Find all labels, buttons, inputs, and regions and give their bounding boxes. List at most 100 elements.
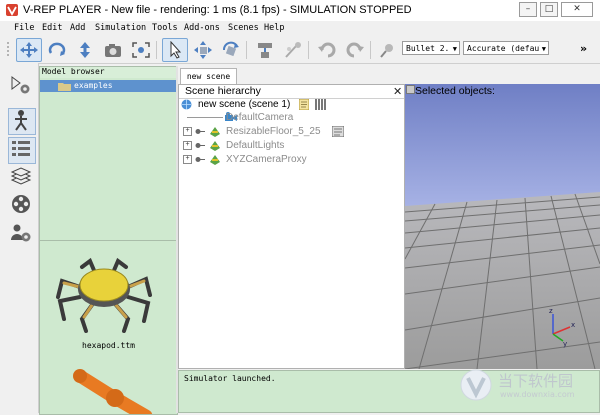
main-toolbar: Bullet 2. ▼ Accurate (defaul ▼ » [0,37,600,64]
pan-arrows-icon [20,42,38,58]
play-gear-icon [11,76,30,94]
menu-edit[interactable]: Edit [42,23,62,33]
title-bar: V-REP PLAYER - New file - rendering: 1 m… [0,0,600,22]
robot-arm-image [73,369,153,414]
model-browser-toggle[interactable] [8,137,36,164]
window-title: V-REP PLAYER - New file - rendering: 1 m… [23,4,412,16]
child-script-icon[interactable] [332,126,344,137]
hexapod-caption: hexapod.ttm [82,341,135,350]
vrep-logo-icon [6,4,18,16]
object-shift-button[interactable] [190,38,216,62]
user-gear-icon [11,224,31,242]
menu-file[interactable]: File [14,23,34,33]
menu-tools[interactable]: Tools [152,23,178,33]
scene-hierarchy-panel: Scene hierarchy ✕ new scene (scene 1) De… [178,84,405,369]
physics-engine-value: Bullet 2. [406,44,450,53]
floor-grid: z x y [405,192,600,369]
camera-rotate-button[interactable] [44,38,70,62]
dynamics-accuracy-select[interactable]: Accurate (defaul ▼ [463,41,549,55]
expand-toggle[interactable]: + [183,127,192,136]
expand-toggle[interactable]: + [183,141,192,150]
camera-pan-button[interactable] [16,38,42,62]
film-reel-icon [12,195,30,213]
script-list-icon[interactable] [315,99,327,110]
tree-item-default-camera[interactable]: DefaultCamera [181,111,403,124]
tree-item-label: ResizableFloor_5_25 [226,126,321,137]
globe-icon [181,99,192,110]
click-selection-button[interactable] [162,38,188,62]
svg-text:x: x [571,321,575,329]
maximize-button[interactable]: □ [540,2,558,17]
downxia-logo-icon [460,369,492,401]
scene-3d-view[interactable]: Selected objects: z x y [405,84,600,369]
hexapod-robot-image [56,257,152,333]
tree-item-resizable-floor[interactable]: + ResizableFloor_5_25 [181,125,403,138]
tab-new-scene[interactable]: new scene [180,68,237,85]
model-folder-examples[interactable]: examples [40,80,177,92]
move-object-icon [194,41,212,59]
visibility-dot-icon [195,143,205,148]
watermark-brand: 当下软件园 [498,372,574,390]
simulation-settings-button[interactable] [8,73,36,100]
tree-item-label: DefaultCamera [226,112,294,123]
menu-add[interactable]: Add [70,23,85,33]
model-folder-label: examples [74,81,113,90]
svg-text:y: y [563,340,567,348]
tree-item-label: DefaultLights [226,140,285,151]
hierarchy-figure-icon [15,110,27,131]
pointer-icon [170,41,182,59]
left-toolbar [0,63,39,413]
user-settings-button[interactable] [8,221,36,248]
minimize-button[interactable]: – [519,2,537,17]
tree-connector [187,117,223,118]
tree-item-xyz-camera-proxy[interactable]: + XYZCameraProxy [181,153,403,166]
dynamics-toggle-button[interactable] [375,38,401,62]
fit-to-view-button[interactable] [128,38,154,62]
toolbar-separator [246,41,247,59]
model-thumbnails-panel: hexapod.ttm [39,240,178,415]
toolbar-overflow-button[interactable]: » [580,42,587,55]
dynamics-accuracy-value: Accurate (defaul [467,44,545,53]
redo-button[interactable] [342,38,368,62]
video-recorder-button[interactable] [8,192,36,219]
toolbar-grip-icon [7,42,9,56]
close-button[interactable]: ✕ [561,2,593,17]
layers-button[interactable] [8,164,36,191]
visibility-dot-icon [195,157,205,162]
toolbar-separator [370,41,371,59]
dummy-object-icon [210,141,220,151]
watermark-logo: 当下软件园 www.downxia.com [458,368,598,402]
camera-shift-button[interactable] [72,38,98,62]
expand-toggle[interactable]: + [183,155,192,164]
menu-scenes[interactable]: Scenes [228,23,259,33]
scene-hierarchy-toggle[interactable] [8,108,36,135]
menu-bar: File Edit Add Simulation Tools Add-ons S… [0,21,600,37]
transfer-dna-button[interactable] [280,38,306,62]
menu-simulation[interactable]: Simulation [95,23,146,33]
robot-arm-thumbnail[interactable] [60,366,160,414]
toolbar-separator [156,41,157,59]
svg-text:z: z [549,307,553,315]
physics-engine-select[interactable]: Bullet 2. ▼ [402,41,460,55]
menu-help[interactable]: Help [264,23,284,33]
menu-add-ons[interactable]: Add-ons [184,23,220,33]
close-icon[interactable]: ✕ [393,85,402,98]
rotate-object-icon [223,41,239,57]
object-rotate-button[interactable] [218,38,244,62]
hexapod-thumbnail[interactable] [50,253,160,333]
fit-view-icon [132,42,150,58]
undo-button[interactable] [314,38,340,62]
tree-item-default-lights[interactable]: + DefaultLights [181,139,403,152]
shape-object-icon [210,127,220,137]
chevron-down-icon: ▼ [452,45,457,53]
dynamics-pin-icon [380,44,393,58]
script-icon[interactable] [299,99,309,110]
chevron-down-icon: ▼ [539,42,546,54]
scene-hierarchy-header: Scene hierarchy ✕ [179,85,404,99]
rotate-icon [48,42,66,56]
assemble-button[interactable] [252,38,278,62]
camera-opening-button[interactable] [100,38,126,62]
vertical-arrows-icon [80,42,90,58]
list-tree-icon [12,141,30,156]
tree-root-scene[interactable]: new scene (scene 1) [181,98,403,111]
